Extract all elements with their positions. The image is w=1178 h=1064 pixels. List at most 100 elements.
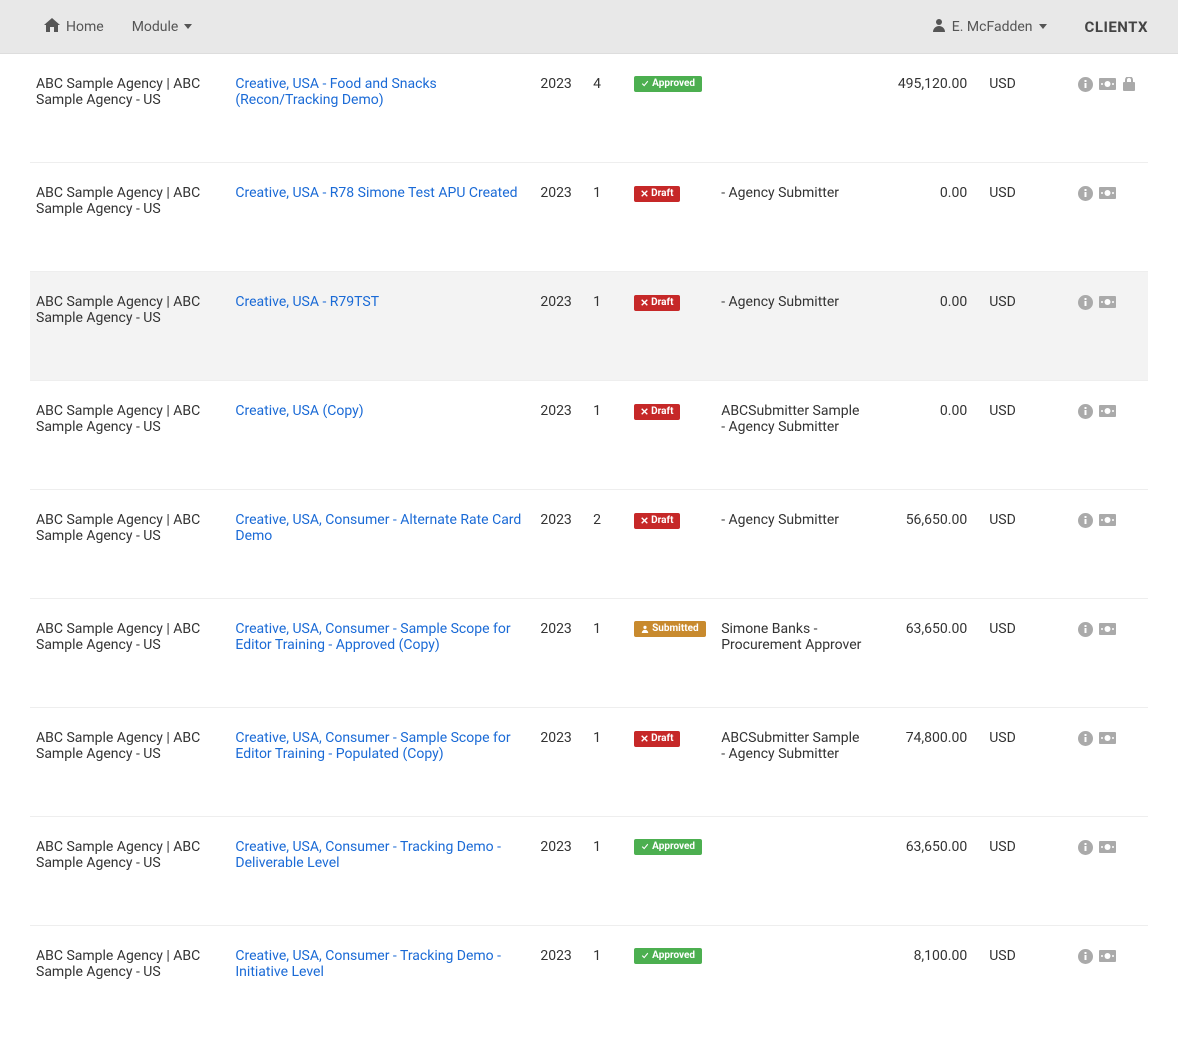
status-badge: Draft <box>634 731 680 747</box>
status-cell: Approved <box>628 54 715 163</box>
year-cell: 2023 <box>534 272 587 381</box>
table-row: ABC Sample Agency | ABC Sample Agency - … <box>30 272 1148 381</box>
version-cell: 1 <box>587 926 628 1035</box>
version-cell: 1 <box>587 817 628 926</box>
module-label: Module <box>132 19 179 35</box>
year-cell: 2023 <box>534 708 587 817</box>
money-icon[interactable] <box>1099 623 1116 635</box>
money-icon[interactable] <box>1099 78 1116 90</box>
actions-cell <box>1044 490 1148 599</box>
agency-cell: ABC Sample Agency | ABC Sample Agency - … <box>30 926 229 1035</box>
currency-cell: USD <box>973 599 1043 708</box>
info-icon[interactable] <box>1078 622 1093 637</box>
status-cell: Draft <box>628 381 715 490</box>
year-cell: 2023 <box>534 54 587 163</box>
scope-link[interactable]: Creative, USA, Consumer - Alternate Rate… <box>235 512 521 544</box>
version-cell: 1 <box>587 272 628 381</box>
scope-link[interactable]: Creative, USA - Food and Snacks (Recon/T… <box>235 76 436 108</box>
status-cell: Draft <box>628 708 715 817</box>
currency-cell: USD <box>973 54 1043 163</box>
table-row: ABC Sample Agency | ABC Sample Agency - … <box>30 599 1148 708</box>
currency-cell: USD <box>973 163 1043 272</box>
approver-cell: ABCSubmitter Sample - Agency Submitter <box>715 381 867 490</box>
amount-cell: 63,650.00 <box>868 817 974 926</box>
status-label: Approved <box>652 79 695 89</box>
home-icon <box>44 18 60 36</box>
approver-cell <box>715 926 867 1035</box>
draft-icon <box>641 735 648 742</box>
table-row: ABC Sample Agency | ABC Sample Agency - … <box>30 926 1148 1035</box>
money-icon[interactable] <box>1099 296 1116 308</box>
status-badge: Draft <box>634 295 680 311</box>
home-nav[interactable]: Home <box>30 10 118 44</box>
version-cell: 1 <box>587 708 628 817</box>
draft-icon <box>641 190 648 197</box>
approved-icon <box>641 80 649 88</box>
scope-link[interactable]: Creative, USA, Consumer - Sample Scope f… <box>235 621 510 653</box>
scope-link[interactable]: Creative, USA - R78 Simone Test APU Crea… <box>235 185 517 201</box>
navbar: Home Module E. McFadden CLIENTX <box>0 0 1178 54</box>
info-icon[interactable] <box>1078 77 1093 92</box>
money-icon[interactable] <box>1099 841 1116 853</box>
currency-cell: USD <box>973 490 1043 599</box>
info-icon[interactable] <box>1078 513 1093 528</box>
year-cell: 2023 <box>534 599 587 708</box>
status-label: Draft <box>651 407 673 417</box>
user-menu[interactable]: E. McFadden <box>918 10 1061 44</box>
agency-cell: ABC Sample Agency | ABC Sample Agency - … <box>30 599 229 708</box>
draft-icon <box>641 299 648 306</box>
info-icon[interactable] <box>1078 186 1093 201</box>
scope-link[interactable]: Creative, USA - R79TST <box>235 294 379 310</box>
lock-icon[interactable] <box>1123 77 1135 91</box>
scope-table: ABC Sample Agency | ABC Sample Agency - … <box>30 54 1148 1034</box>
module-nav[interactable]: Module <box>118 11 207 43</box>
approved-icon <box>641 843 649 851</box>
approver-cell <box>715 817 867 926</box>
agency-cell: ABC Sample Agency | ABC Sample Agency - … <box>30 163 229 272</box>
scope-table-wrapper: ABC Sample Agency | ABC Sample Agency - … <box>0 54 1178 1064</box>
scope-link[interactable]: Creative, USA, Consumer - Sample Scope f… <box>235 730 510 762</box>
status-cell: Draft <box>628 490 715 599</box>
scope-link[interactable]: Creative, USA (Copy) <box>235 403 363 419</box>
info-icon[interactable] <box>1078 731 1093 746</box>
status-badge: Approved <box>634 839 702 855</box>
agency-cell: ABC Sample Agency | ABC Sample Agency - … <box>30 708 229 817</box>
status-cell: Draft <box>628 163 715 272</box>
year-cell: 2023 <box>534 926 587 1035</box>
info-icon[interactable] <box>1078 949 1093 964</box>
approved-icon <box>641 952 649 960</box>
money-icon[interactable] <box>1099 187 1116 199</box>
draft-icon <box>641 517 648 524</box>
status-label: Submitted <box>652 624 699 634</box>
table-row: ABC Sample Agency | ABC Sample Agency - … <box>30 708 1148 817</box>
status-badge: Draft <box>634 404 680 420</box>
currency-cell: USD <box>973 381 1043 490</box>
table-row: ABC Sample Agency | ABC Sample Agency - … <box>30 817 1148 926</box>
navbar-left: Home Module <box>30 10 206 44</box>
scope-link[interactable]: Creative, USA, Consumer - Tracking Demo … <box>235 948 501 980</box>
amount-cell: 56,650.00 <box>868 490 974 599</box>
scope-link[interactable]: Creative, USA, Consumer - Tracking Demo … <box>235 839 501 871</box>
draft-icon <box>641 408 648 415</box>
status-cell: Submitted <box>628 599 715 708</box>
status-badge: Draft <box>634 513 680 529</box>
status-cell: Approved <box>628 926 715 1035</box>
info-icon[interactable] <box>1078 840 1093 855</box>
agency-cell: ABC Sample Agency | ABC Sample Agency - … <box>30 272 229 381</box>
approver-cell: - Agency Submitter <box>715 163 867 272</box>
money-icon[interactable] <box>1099 405 1116 417</box>
info-icon[interactable] <box>1078 295 1093 310</box>
year-cell: 2023 <box>534 163 587 272</box>
actions-cell <box>1044 54 1148 163</box>
actions-cell <box>1044 381 1148 490</box>
agency-cell: ABC Sample Agency | ABC Sample Agency - … <box>30 490 229 599</box>
money-icon[interactable] <box>1099 732 1116 744</box>
table-row: ABC Sample Agency | ABC Sample Agency - … <box>30 163 1148 272</box>
approver-cell: - Agency Submitter <box>715 272 867 381</box>
money-icon[interactable] <box>1099 950 1116 962</box>
money-icon[interactable] <box>1099 514 1116 526</box>
info-icon[interactable] <box>1078 404 1093 419</box>
table-row: ABC Sample Agency | ABC Sample Agency - … <box>30 54 1148 163</box>
agency-cell: ABC Sample Agency | ABC Sample Agency - … <box>30 817 229 926</box>
chevron-down-icon <box>184 24 192 29</box>
